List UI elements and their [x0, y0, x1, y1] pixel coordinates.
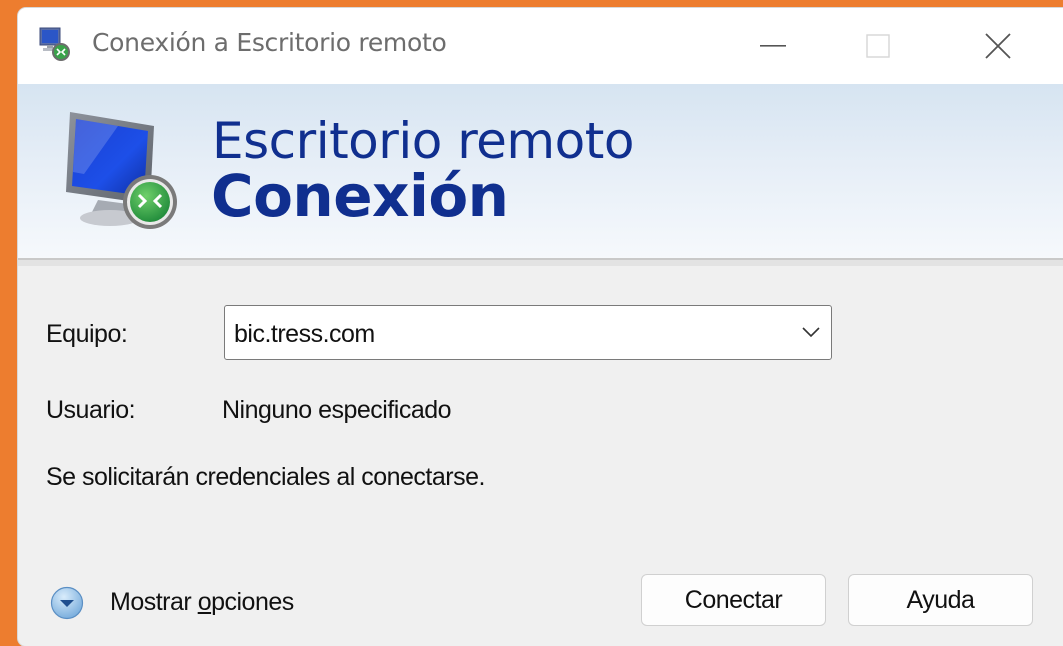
user-value: Ninguno especificado — [222, 396, 452, 424]
help-button[interactable]: Ayuda — [848, 574, 1033, 626]
window-title: Conexión a Escritorio remoto — [92, 28, 447, 57]
remote-desktop-monitor-icon — [66, 112, 177, 229]
show-options-link[interactable]: Mostrar opciones — [110, 588, 294, 617]
connect-button[interactable]: Conectar — [641, 574, 826, 626]
rdp-window: Conexión a Escritorio remoto Escritorio … — [18, 8, 1063, 646]
credentials-note: Se solicitarán credenciales al conectars… — [46, 463, 485, 491]
computer-combobox[interactable]: bic.tress.com — [224, 305, 832, 360]
minimize-button[interactable] — [718, 8, 828, 84]
maximize-button[interactable] — [823, 8, 933, 84]
computer-input[interactable]: bic.tress.com — [234, 320, 375, 349]
banner-title-line2: Conexión — [211, 162, 509, 230]
chevron-down-icon[interactable] — [801, 325, 821, 339]
maximize-icon — [866, 34, 890, 58]
show-options-prefix: Mostrar — [110, 588, 198, 616]
user-label: Usuario: — [46, 396, 136, 424]
remote-desktop-icon — [39, 27, 70, 61]
title-bar[interactable]: Conexión a Escritorio remoto — [18, 8, 1063, 84]
close-icon — [985, 33, 1011, 59]
divider-shadow — [18, 260, 1063, 266]
show-options-mnemonic: o — [197, 588, 212, 616]
computer-label: Equipo: — [46, 320, 128, 348]
minimize-icon — [760, 45, 786, 47]
close-button[interactable] — [943, 8, 1053, 84]
show-options-suffix: pciones — [211, 588, 294, 616]
expand-circle-icon[interactable] — [50, 586, 84, 620]
